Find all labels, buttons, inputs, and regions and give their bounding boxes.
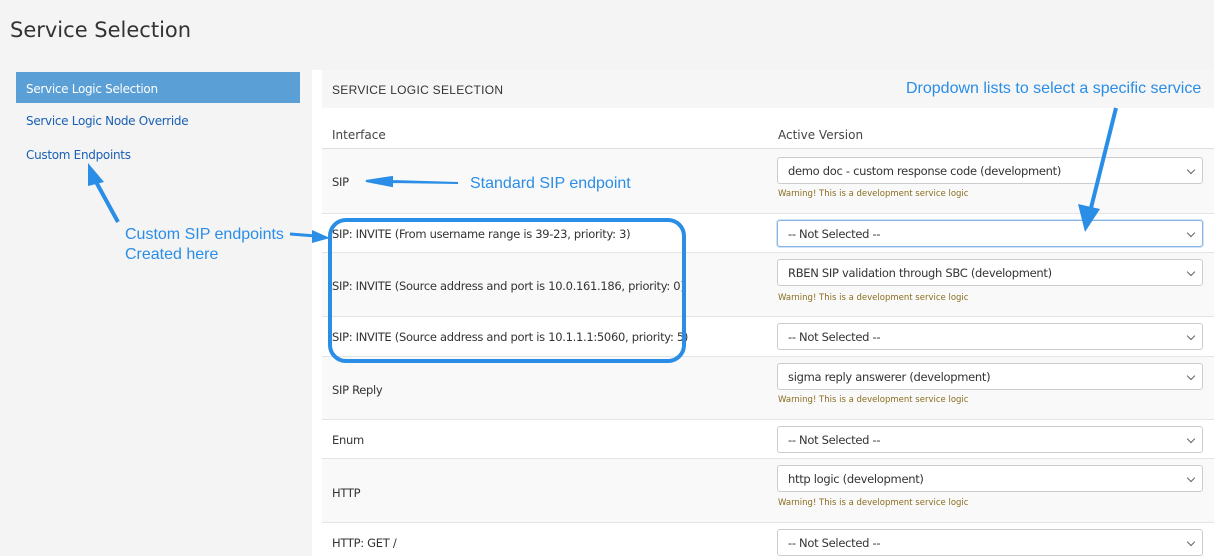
select-value: http logic (development) — [788, 472, 924, 486]
interface-label: HTTP — [332, 486, 361, 500]
select-value: -- Not Selected -- — [788, 227, 881, 241]
service-logic-select[interactable]: sigma reply answerer (development) — [777, 363, 1203, 390]
custom-sip-annotation-line2: Created here — [125, 246, 219, 263]
service-logic-select[interactable]: -- Not Selected -- — [777, 323, 1203, 350]
panel-title: SERVICE LOGIC SELECTION — [332, 83, 504, 97]
sidebar: Service Logic Selection Service Logic No… — [0, 70, 312, 556]
interface-label: SIP: INVITE (Source address and port is … — [332, 330, 689, 344]
select-value: RBEN SIP validation through SBC (develop… — [788, 266, 1052, 280]
sidebar-item-service-logic-node-override[interactable]: Service Logic Node Override — [16, 104, 300, 135]
table-row: SIP: INVITE (Source address and port is … — [322, 253, 1214, 317]
chevron-down-icon — [1186, 371, 1196, 381]
column-header-active-version: Active Version — [778, 128, 864, 142]
table-row: SIP demo doc - custom response code (dev… — [322, 149, 1214, 214]
dev-warning: Warning! This is a development service l… — [778, 189, 969, 199]
chevron-down-icon — [1186, 537, 1196, 547]
interface-label: HTTP: GET / — [332, 536, 397, 550]
select-value: -- Not Selected -- — [788, 433, 881, 447]
service-logic-select[interactable]: RBEN SIP validation through SBC (develop… — [777, 259, 1203, 286]
service-logic-select[interactable]: -- Not Selected -- — [777, 220, 1203, 247]
sidebar-item-custom-endpoints[interactable]: Custom Endpoints — [16, 138, 300, 169]
select-value: demo doc - custom response code (develop… — [788, 164, 1062, 178]
service-logic-select[interactable]: demo doc - custom response code (develop… — [777, 157, 1203, 184]
interface-label: SIP — [332, 175, 349, 189]
dropdown-annotation: Dropdown lists to select a specific serv… — [906, 80, 1202, 97]
select-value: -- Not Selected -- — [788, 536, 881, 550]
table-row: Enum -- Not Selected -- — [322, 420, 1214, 459]
standard-sip-annotation: Standard SIP endpoint — [470, 175, 631, 192]
table-row: HTTP: GET / -- Not Selected -- — [322, 523, 1214, 556]
select-value: -- Not Selected -- — [788, 330, 881, 344]
column-header-interface: Interface — [332, 128, 386, 142]
service-logic-select[interactable]: -- Not Selected -- — [777, 426, 1203, 453]
table-row: HTTP http logic (development) Warning! T… — [322, 459, 1214, 523]
dev-warning: Warning! This is a development service l… — [778, 498, 969, 508]
header-bar: Service Selection — [0, 0, 1214, 70]
select-value: sigma reply answerer (development) — [788, 370, 991, 384]
interface-label: SIP Reply — [332, 383, 383, 397]
service-logic-panel: SERVICE LOGIC SELECTION Interface Active… — [322, 70, 1214, 556]
dev-warning: Warning! This is a development service l… — [778, 293, 969, 303]
chevron-down-icon — [1186, 331, 1196, 341]
chevron-down-icon — [1186, 434, 1196, 444]
custom-sip-annotation: Custom SIP endpoints — [125, 226, 284, 243]
sidebar-item-service-logic-selection[interactable]: Service Logic Selection — [16, 72, 300, 103]
table-row: SIP: INVITE (From username range is 39-2… — [322, 214, 1214, 253]
chevron-down-icon — [1186, 473, 1196, 483]
service-logic-select[interactable]: -- Not Selected -- — [777, 529, 1203, 556]
dev-warning: Warning! This is a development service l… — [778, 395, 969, 405]
chevron-down-icon — [1186, 267, 1196, 277]
page-title: Service Selection — [10, 18, 192, 42]
table-row: SIP: INVITE (Source address and port is … — [322, 317, 1214, 357]
service-logic-select[interactable]: http logic (development) — [777, 465, 1203, 492]
interface-label: SIP: INVITE (Source address and port is … — [332, 279, 685, 293]
interface-label: SIP: INVITE (From username range is 39-2… — [332, 227, 631, 241]
chevron-down-icon — [1186, 165, 1196, 175]
table-row: SIP Reply sigma reply answerer (developm… — [322, 357, 1214, 420]
interface-label: Enum — [332, 433, 364, 447]
chevron-down-icon — [1186, 228, 1196, 238]
